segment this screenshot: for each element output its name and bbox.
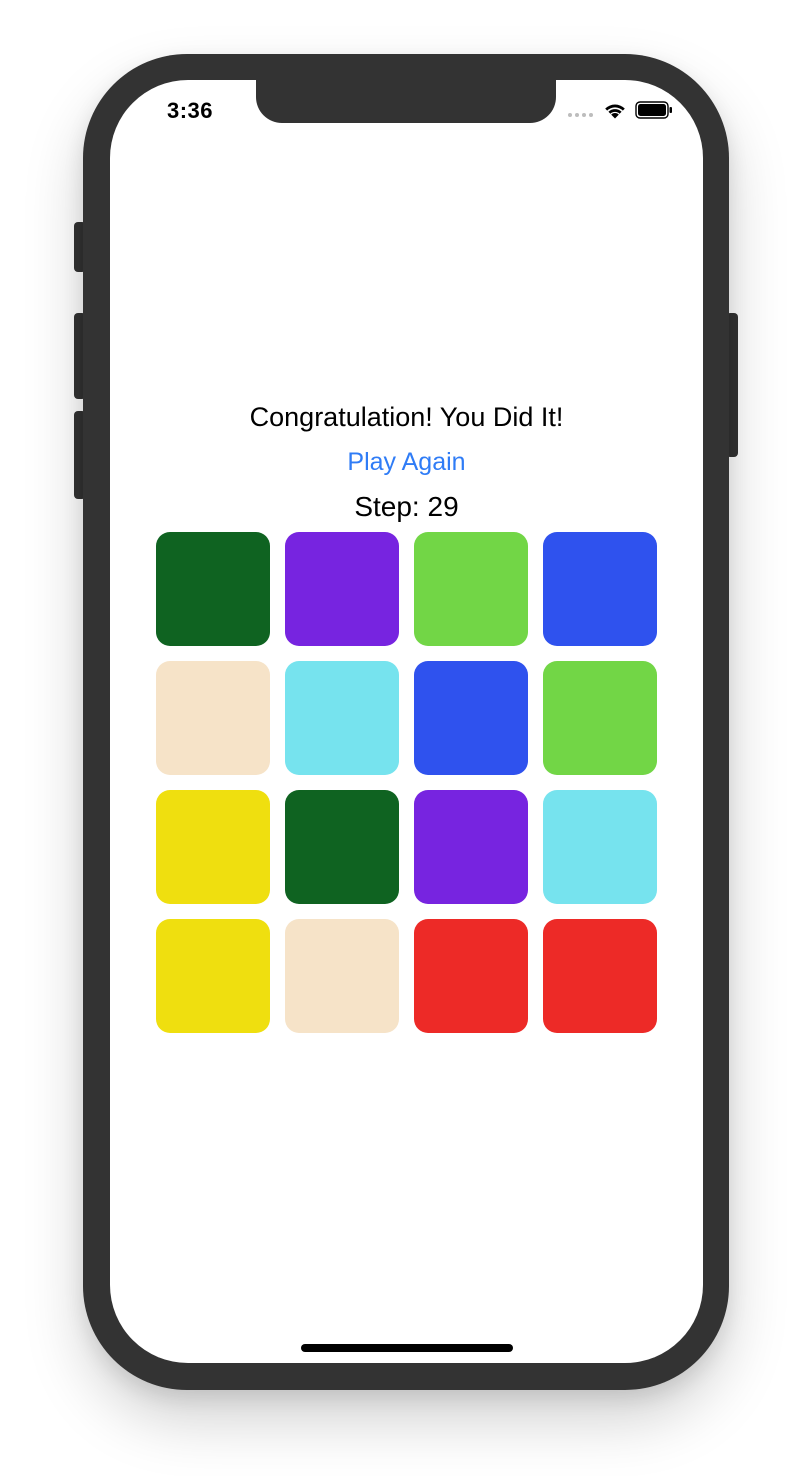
congratulation-message: Congratulation! You Did It! [249,402,564,432]
color-tile[interactable] [414,532,528,646]
color-tile[interactable] [156,661,270,775]
color-tile[interactable] [156,532,270,646]
step-count: 29 [427,491,459,522]
status-time: 3:36 [167,98,214,123]
status-icons [568,101,673,119]
step-counter: Step: 29 [110,491,703,523]
wifi-icon [605,104,625,119]
battery-icon [635,101,672,119]
tile-grid [156,532,657,1033]
color-tile[interactable] [414,790,528,904]
color-tile[interactable] [285,661,399,775]
color-tile[interactable] [543,790,657,904]
color-tile[interactable] [414,661,528,775]
color-tile[interactable] [543,532,657,646]
color-tile[interactable] [543,661,657,775]
color-tile[interactable] [285,532,399,646]
color-tile[interactable] [156,919,270,1033]
signal-dots-icon [568,103,593,117]
play-again-button[interactable]: Play Again [110,448,703,477]
color-tile[interactable] [285,919,399,1033]
notch [256,80,556,123]
color-tile[interactable] [156,790,270,904]
step-label: Step: [354,491,420,522]
color-tile[interactable] [543,919,657,1033]
device-stage: 3:36 Congratulation! You Did It! Play Ag… [0,0,812,1476]
color-tile[interactable] [285,790,399,904]
color-tile[interactable] [414,919,528,1033]
home-indicator[interactable] [301,1344,513,1352]
